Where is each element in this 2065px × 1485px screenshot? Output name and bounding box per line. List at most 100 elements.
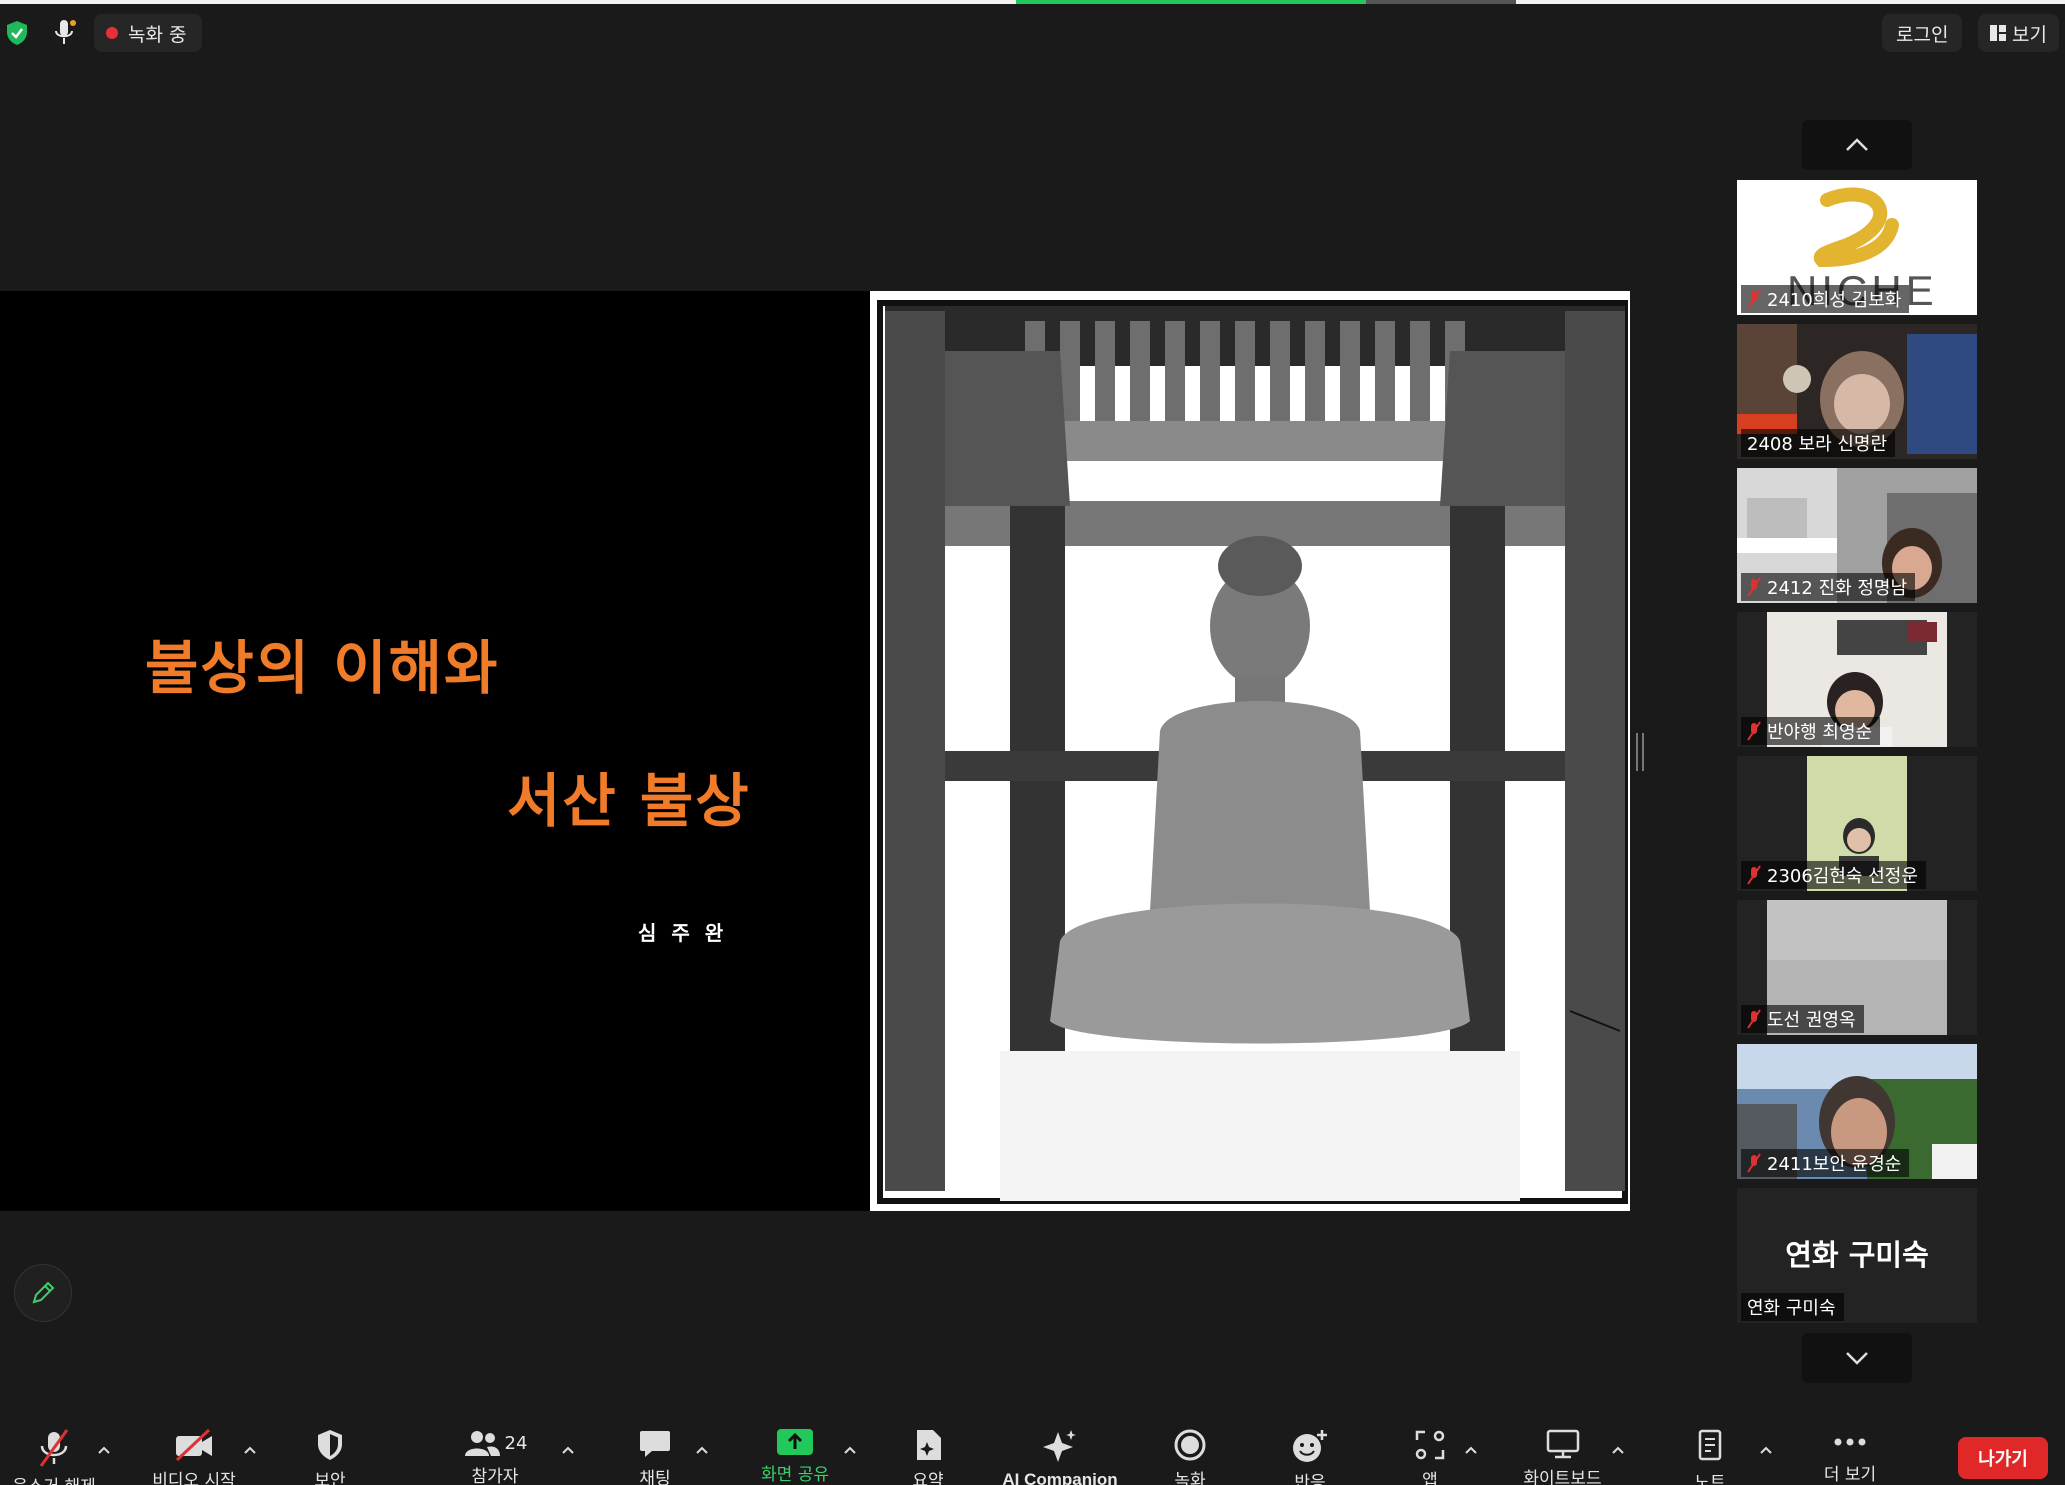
participants-icon xyxy=(464,1431,500,1456)
view-layout-icon xyxy=(1990,25,2006,41)
participant-tile[interactable]: 2411보안 윤경순 xyxy=(1737,1044,1977,1179)
participant-name-label: 2306김현숙 선정운 xyxy=(1741,861,1926,889)
slide-title-line1: 불상의 이해와 xyxy=(145,634,500,702)
chat-options-caret-icon[interactable] xyxy=(694,1442,710,1458)
whiteboard-button[interactable]: 화이트보드 xyxy=(1505,1408,1620,1485)
view-button[interactable]: 보기 xyxy=(1978,14,2059,52)
whiteboard-icon xyxy=(1546,1429,1579,1459)
unmute-button[interactable]: 음소거 해제 xyxy=(0,1408,108,1485)
login-button[interactable]: 로그인 xyxy=(1882,14,1963,52)
recording-indicator[interactable]: 녹화 중 xyxy=(94,14,203,52)
mic-muted-icon xyxy=(39,1429,69,1467)
participant-name: 2412 진화 정명남 xyxy=(1767,578,1908,599)
notes-options-caret-icon[interactable] xyxy=(1758,1442,1774,1458)
recording-label: 녹화 중 xyxy=(128,23,187,46)
participant-tile[interactable]: 도선 권영옥 xyxy=(1737,900,1977,1035)
participant-name: 2411보안 윤경순 xyxy=(1767,1154,1902,1175)
security-button[interactable]: 보안 xyxy=(290,1408,370,1485)
speaker-indicator-track xyxy=(1366,0,1516,4)
muted-mic-icon xyxy=(1747,1009,1761,1029)
participant-name-label: 2412 진화 정명남 xyxy=(1741,573,1916,601)
participant-tile[interactable]: 반야행 최영순 xyxy=(1737,612,1977,747)
participant-name: 연화 구미숙 xyxy=(1747,1298,1836,1319)
chat-bubble-icon xyxy=(640,1431,670,1457)
participant-name: 2410희성 김보화 xyxy=(1767,290,1902,311)
start-video-label: 비디오 시작 xyxy=(152,1471,236,1485)
reactions-label: 반응 xyxy=(1294,1473,1326,1485)
gallery-scroll-down-button[interactable] xyxy=(1802,1333,1912,1383)
unmute-label: 음소거 해제 xyxy=(12,1472,96,1485)
audio-status-mic-icon[interactable] xyxy=(52,18,78,48)
reaction-smiley-icon xyxy=(1293,1430,1327,1462)
video-options-caret-icon[interactable] xyxy=(242,1442,258,1458)
share-screen-icon xyxy=(777,1429,813,1455)
encryption-shield-icon[interactable] xyxy=(6,20,28,46)
participant-tile[interactable]: 2408 보라 신명란 xyxy=(1737,324,1977,459)
muted-mic-icon xyxy=(1747,721,1761,741)
share-screen-button[interactable]: 화면 공유 xyxy=(745,1408,845,1485)
more-button[interactable]: 더 보기 xyxy=(1805,1408,1895,1485)
audio-options-caret-icon[interactable] xyxy=(96,1442,112,1458)
pencil-icon xyxy=(32,1281,55,1304)
summary-label: 요약 xyxy=(912,1471,944,1485)
notes-icon xyxy=(1698,1429,1722,1461)
muted-mic-icon xyxy=(1747,1153,1761,1173)
participant-name: 2306김현숙 선정운 xyxy=(1767,866,1918,887)
speaker-indicator-bar xyxy=(1016,0,1366,4)
participant-tile[interactable]: NICHE 2410희성 김보화 xyxy=(1737,180,1977,315)
apps-button[interactable]: 앱 xyxy=(1390,1408,1470,1485)
muted-mic-icon xyxy=(1747,289,1761,309)
participant-name: 반야행 최영순 xyxy=(1767,722,1873,743)
notes-button[interactable]: 노트 xyxy=(1670,1408,1750,1485)
recording-dot-icon xyxy=(106,27,118,39)
participant-name: 도선 권영옥 xyxy=(1767,1010,1856,1031)
participant-name-label: 2411보안 윤경순 xyxy=(1741,1149,1910,1177)
leave-button[interactable]: 나가기 xyxy=(1958,1437,2048,1479)
zoom-meeting-window: { "topbar": { "recording_label": "녹화 중",… xyxy=(0,0,2065,1485)
more-label: 더 보기 xyxy=(1823,1465,1877,1485)
chat-label: 채팅 xyxy=(639,1469,671,1485)
record-button[interactable]: 녹화 xyxy=(1150,1408,1230,1485)
participant-name-label: 연화 구미숙 xyxy=(1741,1293,1844,1321)
record-icon xyxy=(1174,1429,1206,1461)
participant-display-name: 연화 구미숙 xyxy=(1785,1238,1929,1272)
muted-mic-icon xyxy=(1747,577,1761,597)
shared-screen: 불상의 이해와 서산 불상 심 주 완 xyxy=(0,291,1630,1211)
participants-options-caret-icon[interactable] xyxy=(560,1442,576,1458)
video-off-icon xyxy=(175,1428,212,1462)
whiteboard-options-caret-icon[interactable] xyxy=(1610,1442,1626,1458)
view-button-label: 보기 xyxy=(2012,23,2047,46)
share-screen-label: 화면 공유 xyxy=(761,1465,829,1485)
split-resize-handle[interactable] xyxy=(1636,733,1644,771)
buddha-statue-photo xyxy=(870,291,1630,1211)
participants-count: 24 xyxy=(504,1432,528,1454)
participant-name: 2408 보라 신명란 xyxy=(1747,434,1888,455)
apps-grid-icon xyxy=(1415,1430,1445,1460)
start-video-button[interactable]: 비디오 시작 xyxy=(140,1408,248,1485)
chat-button[interactable]: 채팅 xyxy=(615,1408,695,1485)
apps-options-caret-icon[interactable] xyxy=(1463,1442,1479,1458)
record-label: 녹화 xyxy=(1174,1471,1206,1485)
participant-tile[interactable]: 연화 구미숙 연화 구미숙 xyxy=(1737,1188,1977,1323)
muted-mic-icon xyxy=(1747,865,1761,885)
annotate-button[interactable] xyxy=(14,1264,72,1322)
security-label: 보안 xyxy=(314,1471,346,1485)
chevron-up-icon xyxy=(1846,138,1868,151)
ai-sparkle-icon xyxy=(1043,1430,1076,1462)
reactions-button[interactable]: 반응 xyxy=(1270,1408,1350,1485)
participant-name-label: 반야행 최영순 xyxy=(1741,717,1881,745)
summary-button[interactable]: 요약 xyxy=(888,1408,968,1485)
slide-title-line2: 서산 불상 xyxy=(507,767,751,835)
chevron-down-icon xyxy=(1846,1352,1868,1365)
notes-label: 노트 xyxy=(1694,1473,1726,1485)
meeting-toolbar: 음소거 해제 비디오 시작 보안 xyxy=(0,1408,2065,1485)
share-options-caret-icon[interactable] xyxy=(842,1442,858,1458)
participant-tile[interactable]: 2306김현숙 선정운 xyxy=(1737,756,1977,891)
participant-tile[interactable]: 2412 진화 정명남 xyxy=(1737,468,1977,603)
participant-name-label: 도선 권영옥 xyxy=(1741,1005,1864,1033)
apps-label: 앱 xyxy=(1422,1471,1438,1485)
ai-companion-button[interactable]: AI Companion xyxy=(990,1408,1130,1485)
slide-author: 심 주 완 xyxy=(638,921,728,945)
gallery-scroll-up-button[interactable] xyxy=(1802,120,1912,170)
participants-button[interactable]: 24 참가자 xyxy=(440,1408,550,1485)
